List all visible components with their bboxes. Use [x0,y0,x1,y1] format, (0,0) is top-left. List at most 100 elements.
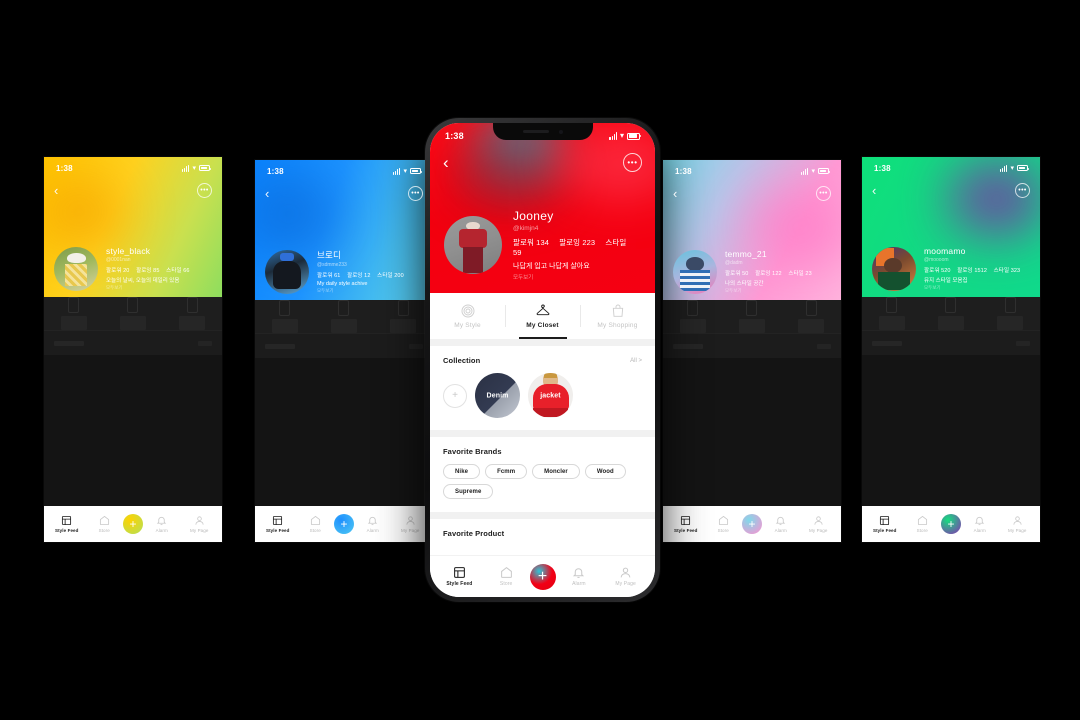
bottom-nav[interactable]: Style Feed Store + Alarm My Page [663,506,841,542]
back-button[interactable]: ‹ [265,187,269,200]
nav-style-feed[interactable]: Style Feed [436,566,483,588]
nav-style-feed[interactable]: Style Feed [48,515,86,533]
status-bar: 1:38 ▾ [663,164,841,178]
avatar[interactable] [673,249,717,294]
tab-my-style[interactable]: My Style [430,293,505,339]
profile-name: moomamo [924,246,966,256]
nav-my-page[interactable]: My Page [602,566,649,587]
favorite-brands-header: Favorite Brands [430,437,655,462]
back-button[interactable]: ‹ [872,184,876,197]
profile-meta: moomamo @moooom 팔로워 520 팔로잉 1512 스타일 323… [924,246,1025,291]
avatar[interactable] [54,246,98,291]
profile-tabs[interactable]: My Style My Closet My Shopping [430,293,655,339]
profile-more-link[interactable]: 모두보기 [106,285,195,291]
tab-my-closet[interactable]: My Closet [505,293,580,339]
dimmed-tabs [862,297,1040,331]
content-scroll[interactable]: My Style My Closet My Shopping Collectio… [430,293,655,555]
target-icon [461,304,474,318]
hero-nav-row: ‹ ••• [430,149,655,175]
nav-alarm[interactable]: Alarm [556,566,603,587]
hero-nav-row: ‹ ••• [255,182,433,204]
nav-store[interactable]: Store [86,515,124,533]
nav-my-page[interactable]: My Page [392,515,430,533]
nav-store[interactable]: Store [705,515,743,533]
collection-item-denim[interactable]: Denim [475,373,520,418]
more-button[interactable]: ••• [623,152,642,172]
nav-my-page[interactable]: My Page [800,515,838,533]
nav-store[interactable]: Store [904,515,942,533]
create-button[interactable]: + [941,514,961,534]
nav-alarm[interactable]: Alarm [762,515,800,533]
side-phone-blue[interactable]: 1:38 ▾ ‹ ••• 브로디 @sdmme233 팔로워 61 팔로잉 12… [255,160,433,542]
profile-more-link[interactable]: 모두보기 [725,288,817,294]
create-button[interactable]: + [742,514,762,534]
styles-stat: 스타일 323 [993,268,1021,274]
nav-store[interactable]: Store [483,566,530,587]
collection-list[interactable]: + Denim jacket [430,371,655,430]
battery-icon [818,168,830,174]
avatar[interactable] [872,246,916,291]
nav-my-page[interactable]: My Page [181,515,219,533]
home-icon [917,515,927,526]
nav-my-page[interactable]: My Page [999,515,1037,533]
brand-chip-list[interactable]: Nike Fcmm Moncler Wood Supreme [430,462,655,512]
nav-label: Store [309,528,321,533]
nav-label: Style Feed [54,528,79,533]
dimmed-tabs [44,297,222,331]
profile-more-link[interactable]: 모두보기 [317,288,409,294]
more-button[interactable]: ••• [1015,182,1030,198]
collection-item-jacket[interactable]: jacket [528,373,573,418]
brand-chip[interactable]: Wood [584,464,626,479]
create-button[interactable]: + [123,514,143,534]
status-bar: 1:38 ▾ [862,161,1040,175]
nav-label: Alarm [155,528,168,533]
brand-chip[interactable]: Fcmm [485,464,528,479]
favorite-product-header: Favorite Product [430,519,655,544]
side-phone-pink[interactable]: 1:38 ▾ ‹ ••• temmo_21 @dadm 팔로워 50 팔로잉 1… [663,160,841,542]
center-phone[interactable]: 1:38 ▾ ‹ ••• Jooney @kimjn4 팔로워 134 팔로잉 … [425,118,660,602]
collection-header: Collection All > [430,346,655,371]
more-button[interactable]: ••• [408,185,423,201]
nav-label: My Page [190,528,209,533]
avatar[interactable] [265,249,309,294]
back-button[interactable]: ‹ [673,187,677,200]
bottom-nav[interactable]: Style Feed Store + Alarm My Page [44,506,222,542]
dimmed-fill [862,355,1040,506]
nav-store[interactable]: Store [297,515,335,533]
nav-style-feed[interactable]: Style Feed [259,515,297,533]
add-collection-button[interactable]: + [443,383,467,408]
bottom-nav[interactable]: Style Feed Store + Alarm My Page [862,506,1040,542]
bottom-nav[interactable]: Style Feed Store + Alarm My Page [255,506,433,542]
back-button[interactable]: ‹ [443,154,449,171]
dimmed-content [862,297,1040,506]
brand-chip[interactable]: Moncler [532,464,580,479]
nav-label: Style Feed [446,581,473,588]
dimmed-content [44,297,222,506]
avatar[interactable] [444,216,502,274]
tab-label: My Shopping [597,322,638,329]
section-divider [430,512,655,519]
profile-more-link[interactable]: 모두보기 [924,285,1025,291]
nav-label: My Page [1008,528,1027,533]
battery-icon [1017,165,1029,171]
nav-alarm[interactable]: Alarm [354,515,392,533]
brand-chip[interactable]: Supreme [443,484,494,499]
nav-alarm[interactable]: Alarm [961,515,999,533]
bottom-nav[interactable]: Style Feed Store + Alarm My Page [430,555,655,597]
nav-alarm[interactable]: Alarm [143,515,181,533]
profile-more-link[interactable]: 모두보기 [513,273,641,281]
nav-style-feed[interactable]: Style Feed [667,515,705,533]
create-button[interactable]: + [529,563,556,590]
tab-my-shopping[interactable]: My Shopping [580,293,655,339]
side-phone-yellow[interactable]: 1:38 ▾ ‹ ••• style_black @0001nan 팔로워 20… [44,157,222,542]
nav-style-feed[interactable]: Style Feed [866,515,904,533]
following-stat: 팔로잉 12 [347,273,371,279]
more-button[interactable]: ••• [816,185,831,201]
collection-all-link[interactable]: All > [630,358,642,364]
create-button[interactable]: + [334,514,354,534]
more-button[interactable]: ••• [197,182,212,198]
side-phone-green[interactable]: 1:38 ▾ ‹ ••• moomamo @moooom 팔로워 520 팔로잉… [862,157,1040,542]
brand-chip[interactable]: Nike [443,464,481,479]
status-icons: ▾ [392,167,422,175]
back-button[interactable]: ‹ [54,184,58,197]
